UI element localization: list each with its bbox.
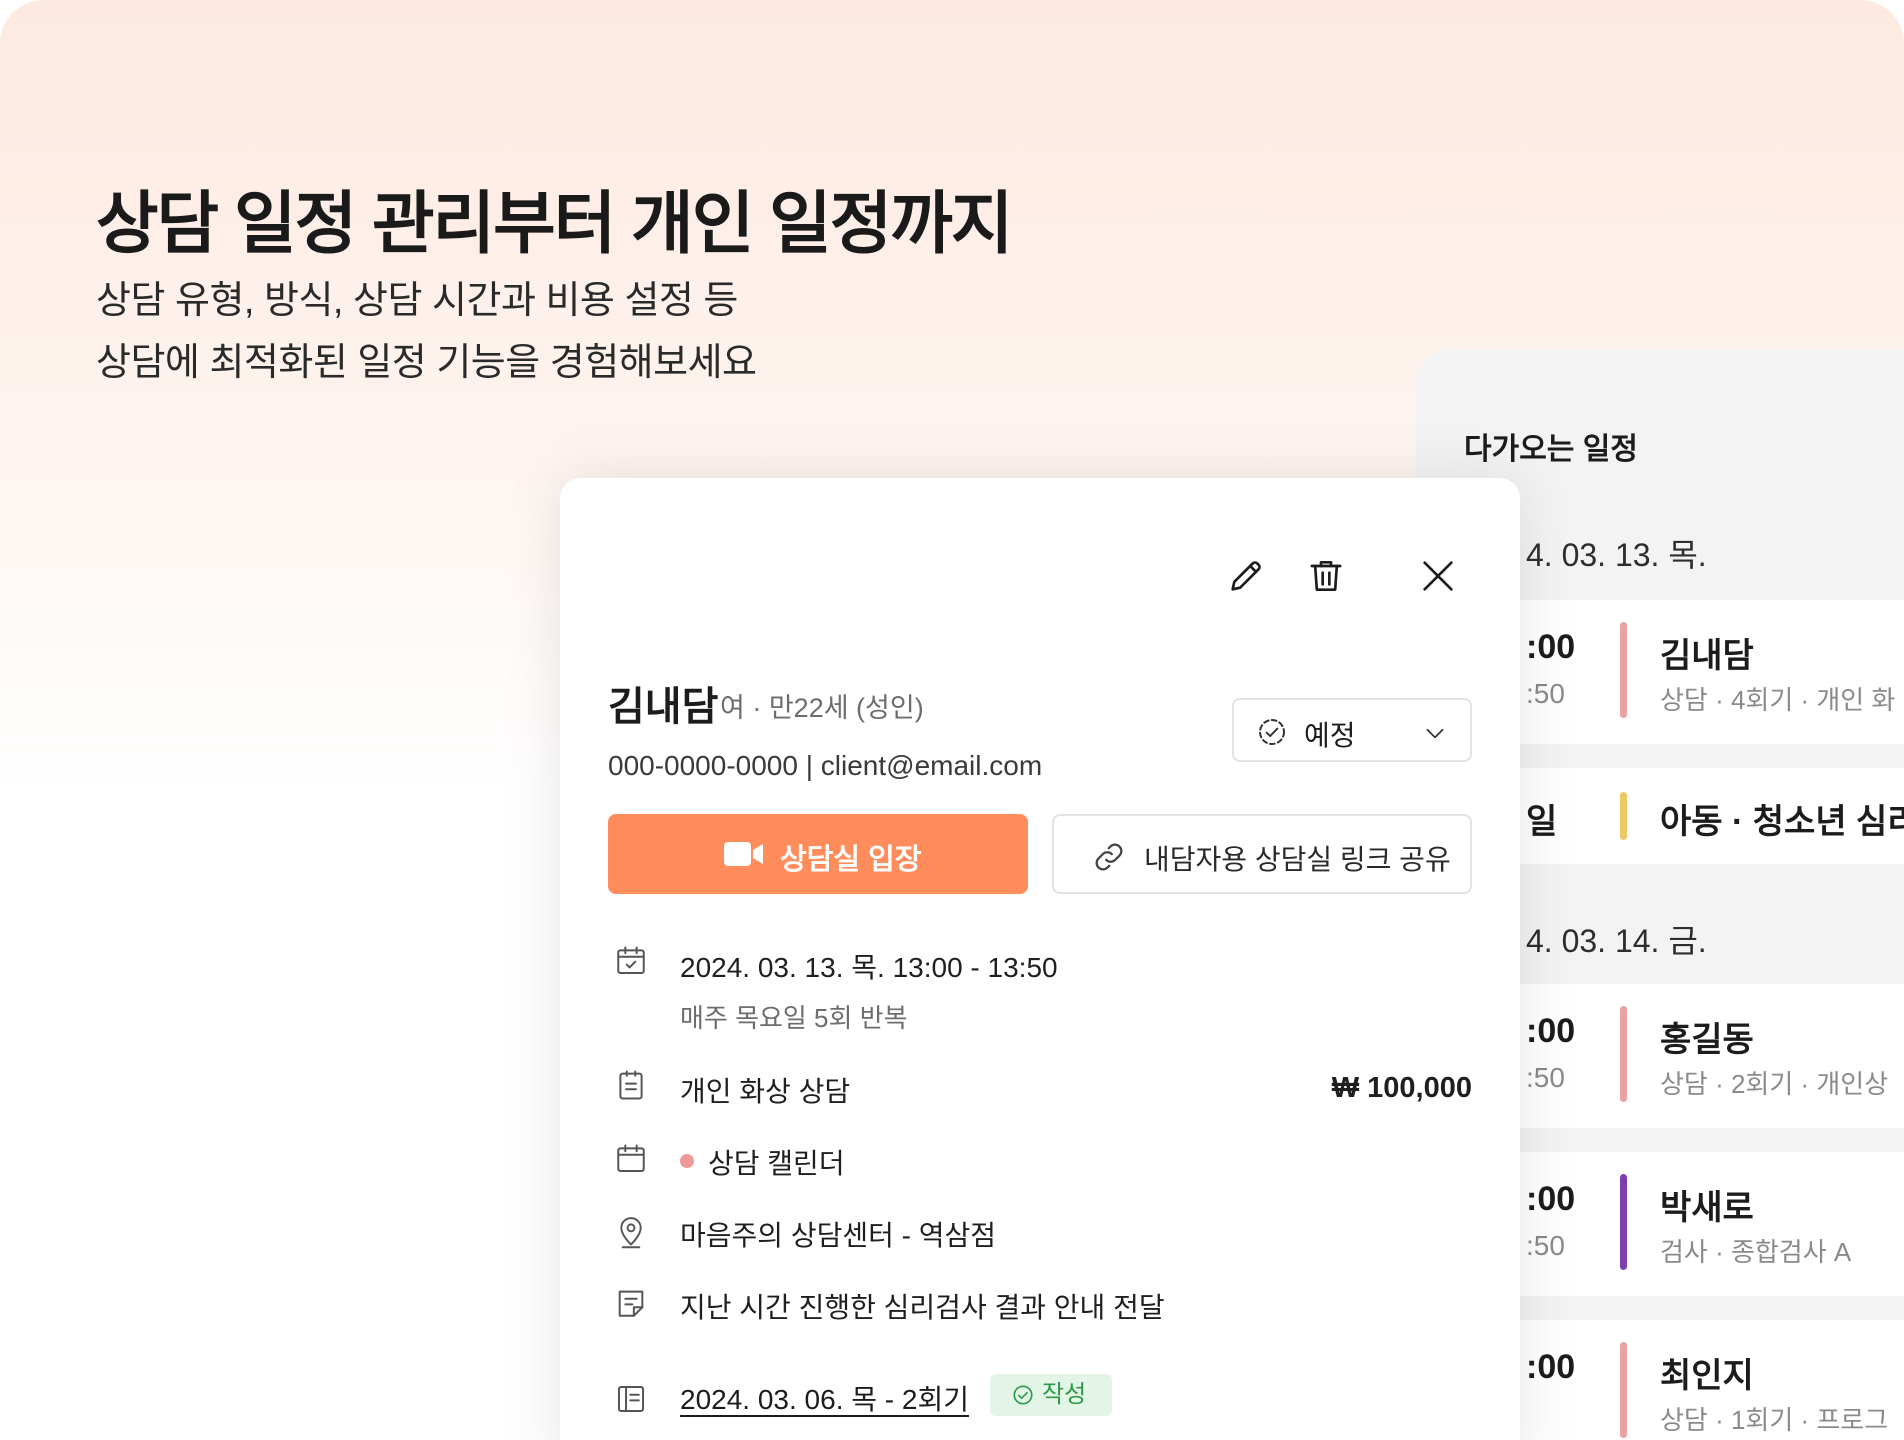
- event-detail: 상담 · 2회기 · 개인상: [1660, 1069, 1889, 1099]
- session-type: 개인 화상 상담: [680, 1076, 851, 1107]
- close-icon: [1423, 561, 1453, 591]
- document-icon: [617, 1385, 645, 1413]
- event-color-bar: [1620, 792, 1627, 840]
- event-time: :00: [1526, 1348, 1576, 1386]
- status-dropdown[interactable]: 예정: [1232, 698, 1472, 762]
- trash-icon: [1310, 561, 1342, 591]
- client-contact: 000-0000-0000 | client@email.com: [608, 750, 1043, 781]
- previous-session-link[interactable]: 2024. 03. 06. 목 - 2회기: [680, 1378, 969, 1418]
- calendar-icon: [617, 1144, 645, 1173]
- chevron-down-icon: [1426, 728, 1444, 739]
- event-time: 일: [1526, 803, 1558, 841]
- event-end-time: :50: [1526, 1230, 1565, 1261]
- hero-subtitle: 상담 유형, 방식, 상담 시간과 비용 설정 등 상담에 최적화된 일정 기능…: [96, 270, 757, 394]
- date-header: 4. 03. 14. 금.: [1526, 923, 1707, 959]
- event-title: 최인지: [1660, 1357, 1754, 1395]
- calendar-color-dot: [680, 1154, 694, 1168]
- event-end-time: :50: [1526, 1062, 1565, 1093]
- memo-icon: [618, 1290, 644, 1317]
- location-name: 마음주의 상담센터 - 역삼점: [680, 1220, 997, 1251]
- edit-button[interactable]: [1218, 548, 1274, 604]
- delete-button[interactable]: [1298, 548, 1354, 604]
- hero-subtitle-line-1: 상담 유형, 방식, 상담 시간과 비용 설정 등: [96, 280, 738, 322]
- repeat-rule: 매주 목요일 5회 반복: [680, 1003, 908, 1033]
- client-meta: 여 · 만22세 (성인): [720, 693, 924, 723]
- calendar-check-icon: [617, 946, 645, 975]
- event-title: 박새로: [1660, 1189, 1754, 1227]
- check-circle-icon: [1013, 1385, 1033, 1405]
- share-link-label: 내담자용 상담실 링크 공유: [1144, 844, 1451, 875]
- calendar-name: 상담 캘린더: [708, 1148, 845, 1179]
- event-time: :00: [1526, 628, 1576, 666]
- link-icon: [1095, 843, 1123, 871]
- share-link-button[interactable]: 내담자용 상담실 링크 공유: [1052, 814, 1472, 894]
- status-label: 예정: [1304, 720, 1356, 751]
- close-button[interactable]: [1410, 548, 1466, 604]
- dashed-check-circle-icon: [1259, 719, 1285, 745]
- event-color-bar: [1620, 1174, 1627, 1270]
- video-camera-icon: [724, 842, 763, 866]
- appointment-datetime: 2024. 03. 13. 목. 13:00 - 13:50: [680, 952, 1058, 983]
- written-status-badge: 작성: [990, 1374, 1113, 1416]
- date-header: 4. 03. 13. 목.: [1526, 537, 1707, 573]
- appointment-detail-card: 김내담 여 · 만22세 (성인) 000-0000-0000 | client…: [560, 478, 1520, 1440]
- event-time: :00: [1526, 1180, 1576, 1218]
- hero-title: 상담 일정 관리부터 개인 일정까지: [96, 186, 1013, 262]
- event-detail: 검사 · 종합검사 A: [1660, 1237, 1852, 1267]
- memo-text: 지난 시간 진행한 심리검사 결과 안내 전달: [680, 1292, 1165, 1323]
- event-end-time: :50: [1526, 678, 1565, 709]
- client-name: 김내담: [608, 685, 719, 729]
- event-color-bar: [1620, 622, 1627, 718]
- clipboard-icon: [619, 1070, 643, 1100]
- event-detail: 상담 · 1회기 · 프로그: [1660, 1405, 1889, 1435]
- event-detail: 상담 · 4회기 · 개인 화: [1660, 685, 1896, 715]
- page-frame: 상담 일정 관리부터 개인 일정까지 상담 유형, 방식, 상담 시간과 비용 …: [0, 0, 1904, 1440]
- location-pin-icon: [620, 1217, 642, 1249]
- pencil-icon: [1231, 561, 1261, 591]
- event-color-bar: [1620, 1006, 1627, 1102]
- event-time: :00: [1526, 1012, 1576, 1050]
- event-color-bar: [1620, 1342, 1627, 1438]
- enter-room-label: 상담실 입장: [780, 844, 922, 876]
- event-title: 김내담: [1660, 637, 1754, 675]
- session-fee: ₩ 100,000: [1331, 1072, 1472, 1104]
- event-title: 아동 · 청소년 심리: [1660, 803, 1904, 841]
- written-badge-label: 작성: [1042, 1381, 1087, 1408]
- enter-room-button[interactable]: 상담실 입장: [608, 814, 1028, 894]
- event-title: 홍길동: [1660, 1021, 1754, 1059]
- upcoming-title: 다가오는 일정: [1464, 433, 1638, 466]
- hero-subtitle-line-2: 상담에 최적화된 일정 기능을 경험해보세요: [96, 342, 757, 384]
